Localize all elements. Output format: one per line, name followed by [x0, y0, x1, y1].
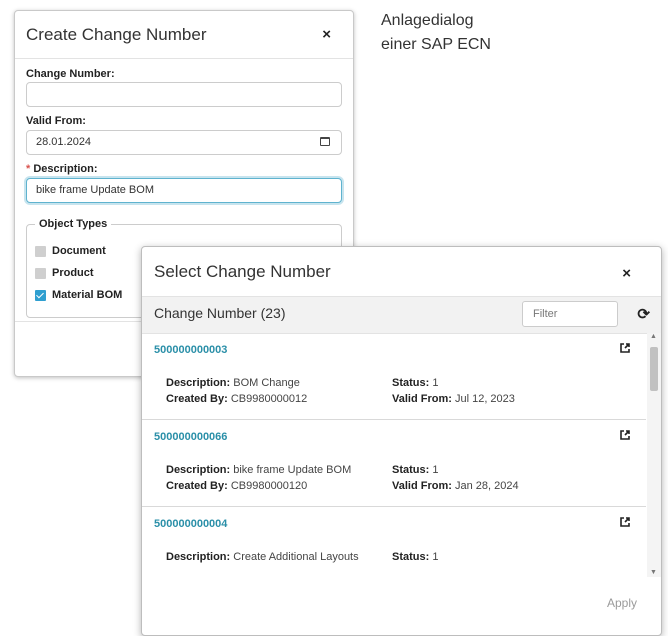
- change-number-link[interactable]: 500000000004: [154, 518, 227, 530]
- object-types-legend: Object Types: [35, 218, 112, 230]
- product-label: Product: [52, 267, 94, 279]
- select-dialog-title: Select Change Number: [154, 262, 331, 281]
- object-type-document[interactable]: Document: [35, 245, 106, 257]
- list-toolbar: Change Number (23) Filter ⟳: [142, 296, 661, 334]
- description-label: * Description:: [26, 163, 98, 175]
- list-scrollbar[interactable]: ▲ ▼: [647, 333, 661, 577]
- change-number-list: 500000000003 Description: BOM Change Cre…: [142, 333, 646, 577]
- change-number-link[interactable]: 500000000003: [154, 344, 227, 356]
- scrollbar-thumb[interactable]: [650, 347, 658, 391]
- change-number-label: Change Number:: [26, 68, 115, 80]
- select-change-number-dialog: Select Change Number × Change Number (23…: [141, 246, 662, 636]
- item-valid-from: Valid From: Jul 12, 2023: [392, 393, 515, 405]
- external-link-icon[interactable]: [620, 343, 630, 353]
- create-dialog-header: Create Change Number ×: [15, 11, 353, 59]
- item-description: Description: BOM Change: [166, 377, 300, 389]
- document-label: Document: [52, 245, 106, 257]
- description-label-text: Description:: [30, 163, 98, 175]
- external-link-icon[interactable]: [620, 430, 630, 440]
- list-item[interactable]: 500000000003 Description: BOM Change Cre…: [142, 333, 646, 420]
- create-dialog-title: Create Change Number: [26, 25, 207, 44]
- valid-from-value: 28.01.2024: [36, 136, 92, 148]
- filter-input[interactable]: Filter: [522, 301, 618, 327]
- item-created-by: Created By: CB9980000012: [166, 393, 308, 405]
- calendar-icon[interactable]: [320, 137, 330, 146]
- item-description: Description: bike frame Update BOM: [166, 464, 352, 476]
- object-type-material-bom[interactable]: Material BOM: [35, 289, 122, 301]
- external-link-icon[interactable]: [620, 517, 630, 527]
- scroll-down-icon[interactable]: ▼: [650, 569, 657, 576]
- valid-from-date-input[interactable]: 28.01.2024: [26, 130, 342, 155]
- close-icon[interactable]: ×: [322, 26, 331, 43]
- apply-button[interactable]: Apply: [607, 596, 637, 610]
- change-number-input[interactable]: [26, 82, 342, 107]
- item-valid-from: Valid From: Jan 28, 2024: [392, 480, 519, 492]
- item-status: Status: 1: [392, 464, 439, 476]
- item-description: Description: Create Additional Layouts: [166, 551, 359, 563]
- list-item[interactable]: 500000000066 Description: bike frame Upd…: [142, 420, 646, 507]
- product-checkbox[interactable]: [35, 267, 46, 279]
- change-number-link[interactable]: 500000000066: [154, 431, 227, 443]
- object-type-product[interactable]: Product: [35, 267, 94, 279]
- document-checkbox[interactable]: [35, 245, 46, 257]
- list-item[interactable]: 500000000004 Description: Create Additio…: [142, 507, 646, 577]
- caption-line-2: einer SAP ECN: [381, 36, 491, 53]
- material-bom-label: Material BOM: [52, 289, 123, 301]
- list-title: Change Number (23): [154, 305, 286, 321]
- caption: Anlagedialog einer SAP ECN: [381, 9, 491, 57]
- caption-line-1: Anlagedialog: [381, 12, 474, 29]
- valid-from-label: Valid From:: [26, 115, 86, 127]
- item-status: Status: 1: [392, 377, 439, 389]
- material-bom-checkbox[interactable]: [35, 289, 46, 301]
- item-created-by: Created By: CB9980000120: [166, 480, 308, 492]
- item-status: Status: 1: [392, 551, 439, 563]
- scroll-up-icon[interactable]: ▲: [650, 333, 657, 340]
- description-input[interactable]: bike frame Update BOM: [26, 178, 342, 203]
- refresh-icon[interactable]: ⟳: [637, 305, 650, 323]
- close-icon[interactable]: ×: [622, 265, 631, 282]
